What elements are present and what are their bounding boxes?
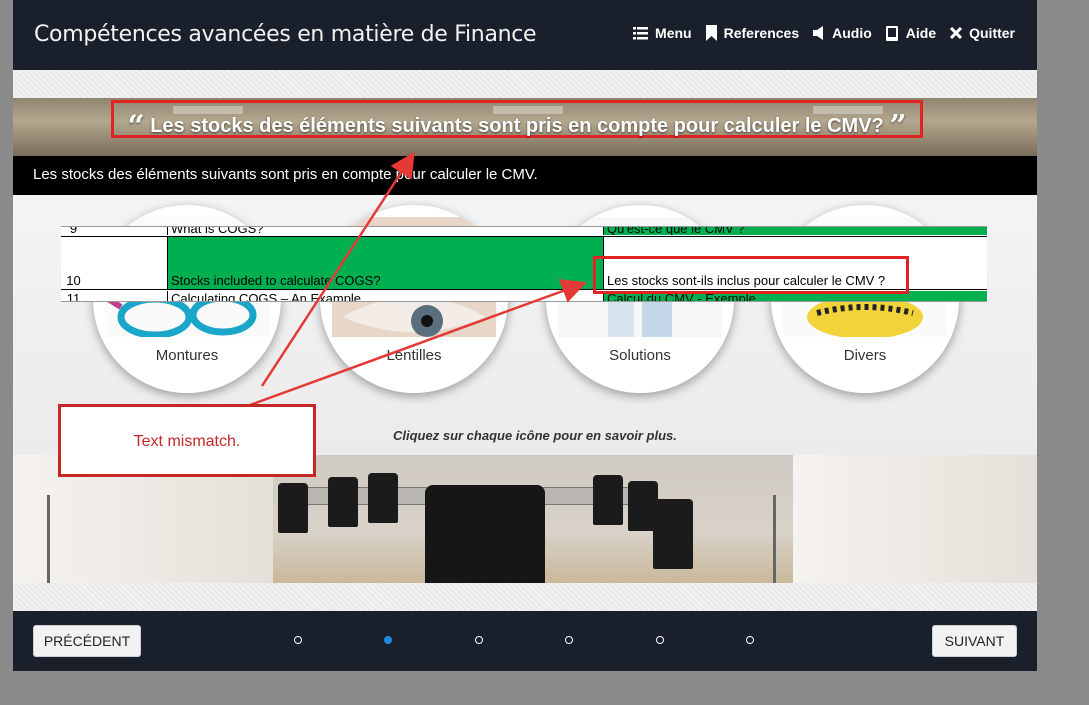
french-cell-highlight-box: [593, 256, 909, 294]
chair: [278, 483, 308, 533]
course-title: Compétences avancées en matière de Finan…: [34, 22, 537, 47]
help-button[interactable]: Aide: [885, 25, 937, 41]
help-label: Aide: [905, 25, 937, 41]
english-cell: What is COGS?: [168, 227, 604, 235]
page-dot[interactable]: [475, 636, 483, 644]
instruction-text: Cliquez sur chaque icône pour en savoir …: [393, 428, 677, 443]
category-label: Lentilles: [386, 347, 442, 364]
review-comment-box: Text mismatch.: [58, 404, 316, 477]
page-dot[interactable]: [656, 636, 664, 644]
english-cell: Stocks included to calculate COGS?: [168, 237, 604, 289]
list-icon: [633, 26, 649, 39]
speaker-icon: [813, 26, 824, 40]
row-number: 10: [66, 273, 81, 288]
furniture-leg: [47, 495, 50, 583]
chair: [593, 475, 623, 525]
english-cell: Calculating COGS – An Example: [168, 291, 604, 301]
chair: [328, 477, 358, 527]
room-window: [793, 455, 1037, 583]
audio-label: Audio: [832, 25, 872, 41]
footer-bar: PRÉCÉDENT SUIVANT: [13, 611, 1037, 671]
row-number: 11: [66, 291, 81, 302]
subtitle-bar: Les stocks des éléments suivants sont pr…: [13, 156, 1037, 195]
category-label: Montures: [155, 347, 219, 364]
quit-label: Quitter: [969, 25, 1015, 41]
review-comment-text: Text mismatch.: [133, 433, 241, 450]
page-dot[interactable]: [746, 636, 754, 644]
page-dot-active[interactable]: [384, 636, 392, 644]
bottom-texture-strip: [13, 583, 1037, 611]
top-nav: Menu References Audio Aide Quitter: [633, 25, 1015, 41]
question-banner: “ Les stocks des éléments suivants sont …: [13, 98, 1037, 156]
references-label: References: [723, 25, 800, 41]
header-bar: Compétences avancées en matière de Finan…: [13, 0, 1037, 70]
furniture-leg: [773, 495, 776, 583]
references-button[interactable]: References: [705, 25, 800, 41]
close-quote: ”: [889, 109, 907, 144]
top-texture-strip: [13, 70, 1037, 98]
subtitle-text: Les stocks des éléments suivants sont pr…: [33, 166, 538, 183]
chair: [653, 499, 693, 569]
next-button[interactable]: SUIVANT: [932, 625, 1017, 657]
category-label: Solutions: [609, 347, 671, 364]
slide-question: “ Les stocks des éléments suivants sont …: [114, 109, 920, 144]
book-icon: [885, 25, 898, 41]
row-number: 9: [69, 226, 78, 235]
category-label: Divers: [843, 347, 887, 364]
previous-button[interactable]: PRÉCÉDENT: [33, 625, 141, 657]
blank-cell: [86, 237, 168, 289]
blank-cell: [86, 227, 168, 235]
blank-cell: [86, 291, 168, 301]
chair: [425, 485, 545, 583]
french-cell: Qu'est-ce que le CMV ?: [604, 227, 987, 235]
page-dot[interactable]: [565, 636, 573, 644]
close-icon: [950, 27, 963, 39]
question-text: Les stocks des éléments suivants sont pr…: [150, 115, 884, 137]
menu-button[interactable]: Menu: [633, 25, 692, 41]
sheet-row: 9 What is COGS? Qu'est-ce que le CMV ?: [61, 226, 987, 235]
open-quote: “: [127, 109, 145, 144]
course-player: Compétences avancées en matière de Finan…: [13, 0, 1037, 671]
audio-button[interactable]: Audio: [813, 25, 872, 41]
chair: [368, 473, 398, 523]
menu-label: Menu: [655, 25, 692, 41]
quit-button[interactable]: Quitter: [950, 25, 1015, 41]
bookmark-icon: [705, 25, 717, 41]
question-highlight-box: “ Les stocks des éléments suivants sont …: [111, 100, 923, 144]
page-dot[interactable]: [294, 636, 302, 644]
